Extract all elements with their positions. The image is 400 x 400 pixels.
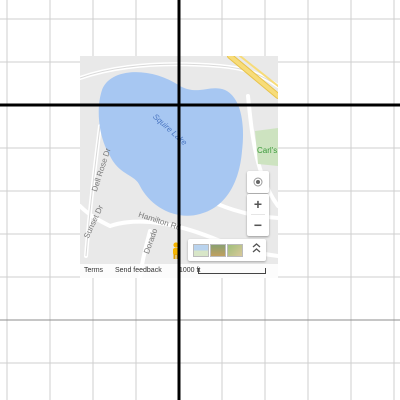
satellite-thumb[interactable]	[210, 244, 226, 257]
locate-icon	[253, 177, 263, 187]
graph-page: Squire Lake Carl's Dell Rose Dr Sunset D…	[0, 0, 400, 400]
terms-link[interactable]: Terms	[84, 267, 103, 274]
park-label: Carl's	[257, 146, 278, 155]
layer-switcher[interactable]	[188, 239, 266, 261]
zoom-control: + −	[247, 194, 269, 236]
map-footer: Terms Send feedback 1000 ft	[80, 264, 278, 278]
send-feedback-link[interactable]: Send feedback	[115, 267, 162, 274]
map-thumb[interactable]	[193, 244, 209, 257]
map-widget[interactable]: Squire Lake Carl's Dell Rose Dr Sunset D…	[80, 56, 278, 278]
terrain-thumb[interactable]	[227, 244, 243, 257]
zoom-out-button[interactable]: −	[247, 215, 269, 235]
chevron-up-icon	[252, 243, 260, 253]
zoom-in-button[interactable]: +	[247, 194, 269, 214]
my-location-button[interactable]	[247, 171, 269, 193]
expand-layers-button[interactable]	[249, 242, 263, 258]
scale-bar[interactable]	[198, 268, 266, 274]
pegman-icon[interactable]	[170, 242, 182, 260]
